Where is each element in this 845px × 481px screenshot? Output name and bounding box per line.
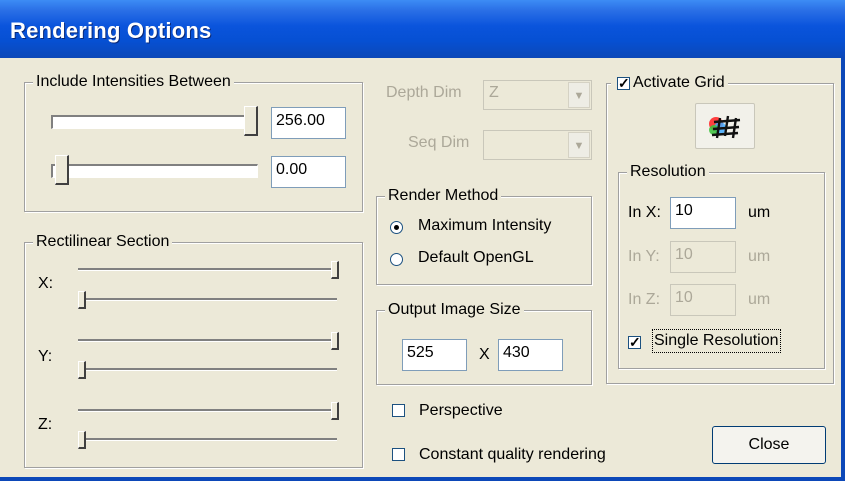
rectilinear-section-group: Rectilinear Section: [24, 232, 363, 468]
lower-intensity-slider-thumb[interactable]: [55, 155, 69, 185]
checkmark-icon: ✓: [629, 334, 641, 350]
in-z-unit: um: [748, 291, 771, 308]
x-min-slider-track[interactable]: [78, 298, 337, 301]
seq-dim-label: Seq Dim: [408, 134, 470, 151]
resolution-legend: Resolution: [627, 162, 709, 182]
constant-quality-label[interactable]: Constant quality rendering: [419, 445, 606, 465]
radio-maximum-intensity[interactable]: [390, 221, 403, 234]
radio-selected-dot: [394, 225, 399, 230]
in-y-unit: um: [748, 248, 771, 265]
close-button[interactable]: Close: [712, 426, 826, 464]
in-x-field[interactable]: 10: [670, 197, 736, 229]
perspective-checkbox[interactable]: [392, 404, 405, 417]
perspective-label[interactable]: Perspective: [419, 401, 503, 421]
in-y-field[interactable]: 10: [670, 241, 736, 273]
in-y-label: In Y:: [628, 248, 660, 265]
chevron-down-icon[interactable]: ▼: [568, 82, 590, 108]
depth-dim-select[interactable]: Z ▼: [483, 80, 592, 110]
output-size-separator: X: [479, 346, 490, 363]
constant-quality-checkbox[interactable]: [392, 448, 405, 461]
x-max-slider-thumb[interactable]: [331, 261, 339, 279]
maximum-intensity-label[interactable]: Maximum Intensity: [418, 216, 551, 236]
window-title: Rendering Options: [10, 18, 212, 43]
rectilinear-legend: Rectilinear Section: [33, 232, 173, 252]
default-opengl-label[interactable]: Default OpenGL: [418, 248, 534, 268]
upper-intensity-slider-track[interactable]: [51, 115, 258, 129]
x-max-slider-track[interactable]: [78, 268, 337, 271]
y-max-slider-track[interactable]: [78, 339, 337, 342]
intensities-legend: Include Intensities Between: [33, 72, 234, 92]
z-min-slider-track[interactable]: [78, 438, 337, 441]
intensities-group: Include Intensities Between: [24, 72, 363, 212]
in-x-unit: um: [748, 204, 771, 221]
lower-intensity-slider-track[interactable]: [51, 164, 258, 178]
y-label: Y:: [38, 348, 53, 365]
activate-grid-checkbox[interactable]: ✓: [617, 75, 630, 91]
single-resolution-checkbox[interactable]: ✓: [628, 334, 641, 350]
in-z-field[interactable]: 10: [670, 284, 736, 316]
title-bar[interactable]: Rendering Options: [0, 0, 845, 58]
render-method-group: Render Method: [376, 186, 592, 285]
depth-dim-label: Depth Dim: [386, 84, 462, 101]
single-resolution-label[interactable]: Single Resolution: [652, 329, 781, 353]
upper-intensity-slider-thumb[interactable]: [244, 106, 258, 136]
output-height-field[interactable]: 430: [498, 339, 563, 371]
z-label: Z:: [38, 416, 53, 433]
x-label: X:: [38, 275, 54, 292]
depth-dim-value: Z: [489, 84, 499, 101]
chevron-down-icon[interactable]: ▼: [568, 132, 590, 158]
in-z-label: In Z:: [628, 291, 661, 308]
render-method-legend: Render Method: [385, 186, 502, 206]
radio-default-opengl[interactable]: [390, 253, 403, 266]
checkmark-icon: ✓: [618, 75, 630, 91]
y-min-slider-track[interactable]: [78, 368, 337, 371]
lower-intensity-field[interactable]: 0.00: [271, 156, 346, 188]
grid-icon: [709, 115, 741, 139]
seq-dim-select[interactable]: ▼: [483, 130, 592, 160]
rendering-options-dialog: Rendering Options Include Intensities Be…: [0, 0, 845, 481]
z-max-slider-thumb[interactable]: [331, 402, 339, 420]
y-min-slider-thumb[interactable]: [78, 361, 86, 379]
output-size-legend: Output Image Size: [385, 300, 524, 320]
z-max-slider-track[interactable]: [78, 409, 337, 412]
upper-intensity-field[interactable]: 256.00: [271, 107, 346, 139]
y-max-slider-thumb[interactable]: [331, 332, 339, 350]
in-x-label: In X:: [628, 204, 661, 221]
x-min-slider-thumb[interactable]: [78, 291, 86, 309]
grid-settings-button[interactable]: [695, 103, 755, 149]
z-min-slider-thumb[interactable]: [78, 431, 86, 449]
output-width-field[interactable]: 525: [402, 339, 467, 371]
